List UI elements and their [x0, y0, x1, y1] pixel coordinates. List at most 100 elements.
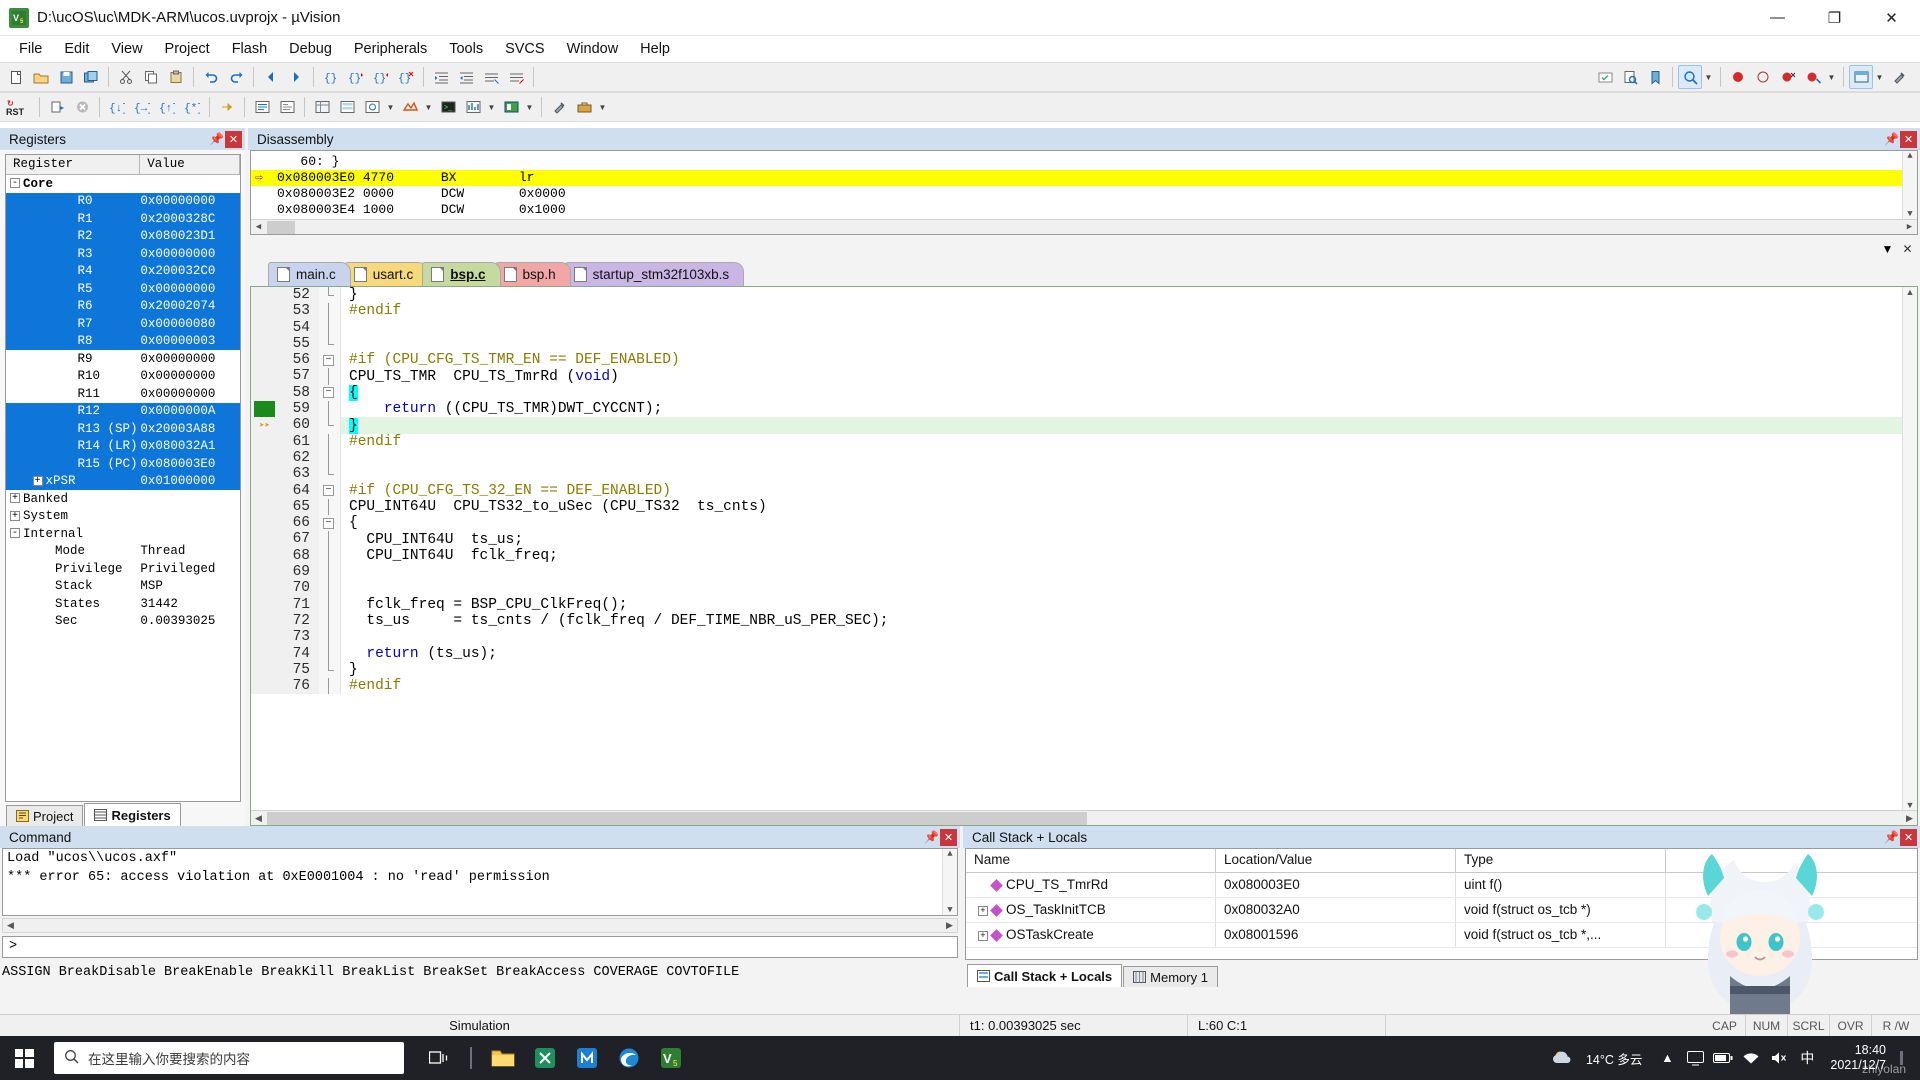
- code-line[interactable]: 76 #endif: [251, 678, 1902, 695]
- menu-peripherals[interactable]: Peripherals: [343, 38, 438, 60]
- code-line[interactable]: 67 CPU_INT64U ts_us;: [251, 531, 1902, 548]
- disassembly-hscrollbar[interactable]: ◀ ▶: [251, 219, 1917, 234]
- expand-icon[interactable]: +: [32, 475, 43, 486]
- outdent-icon[interactable]: [454, 65, 478, 89]
- trace-icon[interactable]: [499, 95, 523, 119]
- zoom-combo[interactable]: ▼: [1678, 65, 1715, 89]
- command-vscrollbar[interactable]: ▲ ▼: [942, 849, 957, 915]
- register-row[interactable]: + xPSR 0x01000000: [6, 472, 240, 490]
- code-gutter-marker[interactable]: [251, 661, 277, 679]
- bookmark-toggle-icon[interactable]: {}: [319, 65, 343, 89]
- serial-window-icon[interactable]: >_: [436, 95, 460, 119]
- register-row[interactable]: R13 (SP) 0x20003A88: [6, 420, 240, 438]
- close-icon[interactable]: ✕: [1899, 241, 1916, 258]
- code-line[interactable]: 58− {: [251, 384, 1902, 402]
- register-row[interactable]: - Internal: [6, 525, 240, 543]
- callstack-table[interactable]: Name Location/Value Type CPU_TS_TmrRd 0x0…: [965, 848, 1918, 960]
- analysis-window-combo[interactable]: ▼: [461, 95, 498, 119]
- code-line[interactable]: 69: [251, 564, 1902, 581]
- code-gutter-marker[interactable]: [251, 401, 277, 418]
- window-icon[interactable]: [1849, 65, 1873, 89]
- code-fold-column[interactable]: −: [319, 482, 341, 499]
- run-to-cursor-icon[interactable]: {*}: [180, 95, 204, 119]
- collapse-icon[interactable]: -: [10, 528, 20, 539]
- code-gutter-marker[interactable]: [251, 564, 277, 581]
- command-input[interactable]: >: [2, 936, 958, 958]
- app-m-icon[interactable]: [566, 1036, 608, 1080]
- register-row[interactable]: R12 0x0000000A: [6, 402, 240, 420]
- code-line[interactable]: 70: [251, 580, 1902, 597]
- code-line[interactable]: 73: [251, 629, 1902, 646]
- code-line[interactable]: 55: [251, 335, 1902, 353]
- disassembly-view[interactable]: 60: } ⇨ 0x080003E0 4770 BX lr 0x080003E2 00…: [250, 150, 1918, 235]
- pin-icon[interactable]: 📌: [923, 829, 940, 846]
- code-line[interactable]: 52}: [251, 287, 1902, 304]
- code-line[interactable]: 75}: [251, 661, 1902, 679]
- code-line[interactable]: ➤➤ 60}: [251, 417, 1902, 434]
- close-icon[interactable]: ✕: [1900, 130, 1917, 148]
- chevron-down-icon[interactable]: ▼: [1825, 73, 1838, 82]
- code-gutter-marker[interactable]: [251, 352, 277, 369]
- callstack-row[interactable]: + OSTaskCreate 0x08001596 void f(struct os_…: [966, 923, 1917, 948]
- code-line[interactable]: 61 #endif: [251, 433, 1902, 450]
- code-gutter-marker[interactable]: [251, 531, 277, 548]
- symbols-window-icon[interactable]: [275, 95, 299, 119]
- chevron-right-icon[interactable]: ▶: [1902, 222, 1917, 232]
- register-row[interactable]: R7 0x00000080: [6, 315, 240, 333]
- run-icon[interactable]: [45, 95, 69, 119]
- chevron-down-icon[interactable]: ▼: [1907, 209, 1912, 219]
- battery-icon[interactable]: [1710, 1036, 1736, 1080]
- code-fold-column[interactable]: [319, 564, 341, 581]
- save-all-icon[interactable]: [79, 65, 103, 89]
- register-row[interactable]: Sec 0.00393025: [6, 613, 240, 631]
- code-fold-column[interactable]: [319, 661, 341, 679]
- chevron-left-icon[interactable]: ◀: [3, 920, 18, 931]
- code-fold-column[interactable]: [319, 580, 341, 597]
- code-line[interactable]: 74 return (ts_us);: [251, 645, 1902, 662]
- pin-icon[interactable]: 📌: [208, 131, 225, 148]
- step-out-icon[interactable]: {↑}: [155, 95, 179, 119]
- menu-tools[interactable]: Tools: [438, 38, 494, 60]
- hscroll-thumb[interactable]: [267, 811, 1087, 825]
- code-gutter-marker[interactable]: [251, 466, 277, 483]
- code-gutter-marker[interactable]: [251, 547, 277, 565]
- register-row[interactable]: R14 (LR) 0x080032A1: [6, 437, 240, 455]
- code-gutter-marker[interactable]: [251, 678, 277, 695]
- code-fold-column[interactable]: [319, 612, 341, 630]
- register-row[interactable]: Stack MSP: [6, 578, 240, 596]
- bookmark-prev-icon[interactable]: {}: [344, 65, 368, 89]
- configure-icon[interactable]: [1887, 65, 1911, 89]
- comment-icon[interactable]: [479, 65, 503, 89]
- register-row[interactable]: R3 0x00000000: [6, 245, 240, 263]
- toolbox-combo[interactable]: ▼: [572, 95, 609, 119]
- code-fold-column[interactable]: [319, 645, 341, 662]
- code-line[interactable]: 62: [251, 449, 1902, 467]
- code-fold-column[interactable]: [319, 547, 341, 565]
- code-fold-column[interactable]: [319, 287, 341, 304]
- toolbox-icon[interactable]: [572, 95, 596, 119]
- code-line[interactable]: 57 CPU_TS_TMR CPU_TS_TmrRd (void): [251, 368, 1902, 385]
- code-gutter-marker[interactable]: [251, 580, 277, 597]
- code-gutter-marker[interactable]: [251, 629, 277, 646]
- undo-icon[interactable]: [199, 65, 223, 89]
- call-stack-window-icon[interactable]: [335, 95, 359, 119]
- register-row[interactable]: + Banked: [6, 490, 240, 508]
- ime-icon[interactable]: 中: [1794, 1036, 1820, 1080]
- code-fold-column[interactable]: [319, 531, 341, 548]
- disassembly-line[interactable]: 0x080003E2 0000 DCW 0x0000: [251, 186, 1917, 202]
- open-file-icon[interactable]: [29, 65, 53, 89]
- code-fold-column[interactable]: −: [319, 384, 341, 402]
- chevron-up-icon[interactable]: ▲: [1906, 287, 1915, 297]
- windows-start-icon[interactable]: [0, 1036, 48, 1080]
- expand-icon[interactable]: +: [978, 931, 988, 941]
- code-line[interactable]: 54: [251, 319, 1902, 336]
- code-gutter-marker[interactable]: [251, 449, 277, 467]
- code-fold-column[interactable]: [319, 678, 341, 695]
- close-icon[interactable]: ✕: [1900, 828, 1917, 846]
- disassembly-vscrollbar[interactable]: ▲ ▼: [1902, 151, 1917, 219]
- menu-edit[interactable]: Edit: [53, 38, 100, 60]
- network-icon[interactable]: [1738, 1036, 1764, 1080]
- menu-debug[interactable]: Debug: [278, 38, 343, 60]
- code-fold-column[interactable]: [319, 466, 341, 483]
- tab-project[interactable]: Project: [6, 805, 84, 826]
